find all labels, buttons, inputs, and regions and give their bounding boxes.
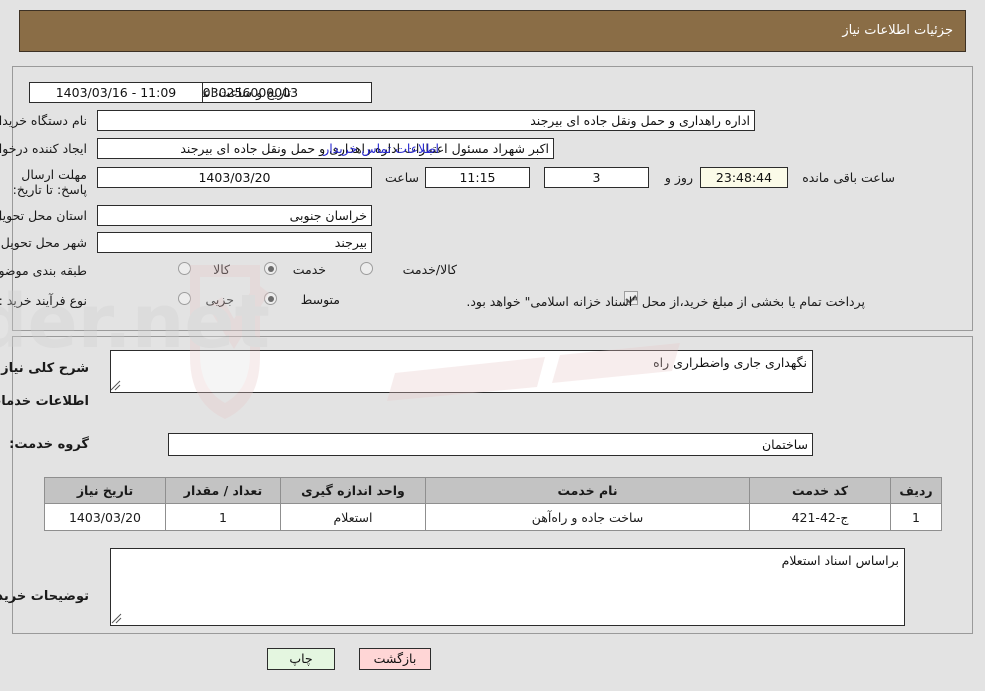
th-need-date: تاریخ نیاز	[44, 477, 166, 504]
radio-process-jozei[interactable]	[178, 292, 191, 305]
buyer-org-value: اداره راهداری و حمل ونقل جاده ای بیرجند	[97, 110, 755, 131]
deadline-label: مهلت ارسال پاسخ: تا تاریخ:	[12, 167, 87, 197]
deadline-hour-value: 11:15	[425, 167, 530, 188]
general-desc-label: شرح کلی نیاز:	[0, 361, 89, 376]
remaining-time-value: 23:48:44	[700, 167, 788, 188]
radio-category-khedmat[interactable]	[264, 262, 277, 275]
cell-code: ج-42-421	[749, 503, 891, 531]
th-row: ردیف	[890, 477, 942, 504]
cell-row: 1	[890, 503, 942, 531]
announce-datetime-value: 11:09 - 1403/03/16	[29, 82, 203, 103]
page-root: AriaTender.net جزئیات اطلاعات نیاز شماره…	[0, 0, 985, 691]
th-qty: تعداد / مقدار	[165, 477, 281, 504]
cell-need-date: 1403/03/20	[44, 503, 166, 531]
print-button[interactable]: چاپ	[267, 648, 335, 670]
purchase-process-label: نوع فرآیند خرید :	[0, 293, 87, 308]
buyer-contact-link[interactable]: اطلاعات تماس خریدار	[323, 141, 439, 156]
buyer-notes-label: توضیحات خریدار:	[0, 589, 89, 604]
need-summary-panel	[12, 66, 973, 331]
radio-process-motevaset-label: متوسط	[300, 292, 340, 307]
deadline-hour-label: ساعت	[384, 170, 419, 185]
page-header-bar: جزئیات اطلاعات نیاز	[19, 10, 966, 52]
buyer-notes-textarea[interactable]: براساس اسناد استعلام	[110, 548, 905, 626]
radio-category-kala-khedmat[interactable]	[360, 262, 373, 275]
request-creator-label: ایجاد کننده درخواست:	[0, 141, 87, 156]
table-header-row: ردیف کد خدمت نام خدمت واحد اندازه گیری ت…	[44, 477, 942, 504]
services-table: ردیف کد خدمت نام خدمت واحد اندازه گیری ت…	[44, 477, 942, 531]
radio-process-jozei-label: جزیی	[205, 292, 234, 307]
cell-qty: 1	[165, 503, 281, 531]
deadline-date-value: 1403/03/20	[97, 167, 372, 188]
delivery-province-label: استان محل تحویل:	[0, 208, 87, 223]
service-group-label: گروه خدمت:	[9, 437, 89, 452]
islamic-treasury-note: پرداخت تمام یا بخشی از مبلغ خرید،از محل …	[466, 294, 865, 309]
radio-process-motevaset[interactable]	[264, 292, 277, 305]
radio-category-kala[interactable]	[178, 262, 191, 275]
table-row: 1 ج-42-421 ساخت جاده و راه‌آهن استعلام 1…	[44, 503, 942, 531]
delivery-city-label: شهر محل تحویل:	[0, 235, 87, 250]
th-name: نام خدمت	[425, 477, 750, 504]
remaining-days-label: روز و	[664, 170, 693, 185]
cell-name: ساخت جاده و راه‌آهن	[425, 503, 750, 531]
radio-category-khedmat-label: خدمت	[292, 262, 326, 277]
page-title: جزئیات اطلاعات نیاز	[842, 23, 953, 38]
radio-category-kala-khedmat-label: کالا/خدمت	[402, 262, 457, 277]
subject-category-label: طبقه بندی موضوعی:	[0, 263, 87, 278]
th-code: کد خدمت	[749, 477, 891, 504]
services-section-title: اطلاعات خدمات مورد نیاز	[0, 394, 89, 409]
back-button[interactable]: بازگشت	[359, 648, 431, 670]
th-unit: واحد اندازه گیری	[280, 477, 426, 504]
remaining-days-value: 3	[544, 167, 649, 188]
delivery-city-value: بیرجند	[97, 232, 372, 253]
delivery-province-value: خراسان جنوبی	[97, 205, 372, 226]
general-desc-textarea[interactable]: نگهداری جاری واضطراری راه	[110, 350, 813, 393]
radio-category-kala-label: کالا	[213, 262, 230, 277]
remaining-time-label: ساعت باقی مانده	[802, 170, 895, 185]
service-group-value: ساختمان	[168, 433, 813, 456]
buyer-org-label: نام دستگاه خریدار:	[0, 113, 87, 128]
cell-unit: استعلام	[280, 503, 426, 531]
